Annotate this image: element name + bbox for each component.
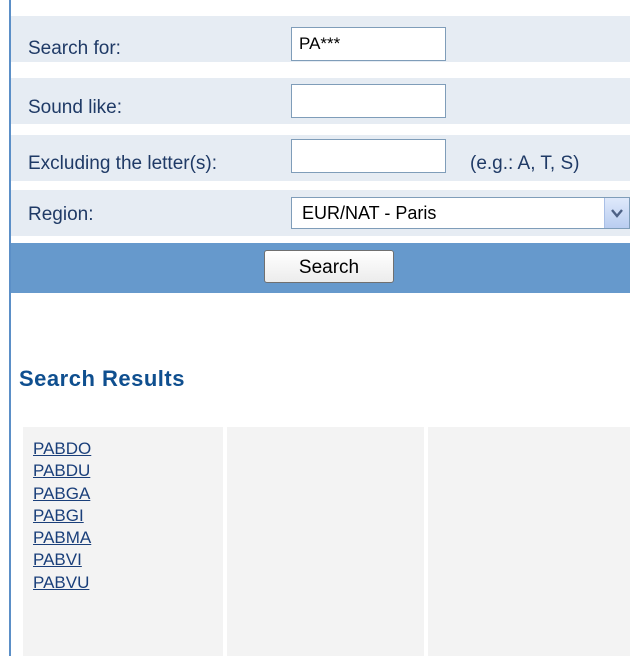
region-select[interactable]: EUR/NAT - Paris (291, 197, 630, 229)
sound-like-input[interactable] (291, 84, 446, 118)
result-link[interactable]: PABVI (33, 549, 91, 571)
result-link[interactable]: PABDU (33, 460, 91, 482)
excluding-hint: (e.g.: A, T, S) (470, 153, 580, 174)
results-column-3 (428, 427, 630, 656)
chevron-down-icon[interactable] (604, 198, 629, 228)
region-selected-value: EUR/NAT - Paris (302, 203, 437, 223)
excluding-input[interactable] (291, 139, 446, 173)
region-label: Region: (28, 204, 94, 225)
result-link[interactable]: PABDO (33, 438, 91, 460)
results-list: PABDO PABDU PABGA PABGI PABMA PABVI PABV… (33, 438, 91, 594)
results-column-2 (227, 427, 424, 656)
search-results-title: Search Results (19, 366, 185, 391)
result-link[interactable]: PABGA (33, 483, 91, 505)
excluding-label: Excluding the letter(s): (28, 153, 218, 174)
sound-like-label: Sound like: (28, 97, 123, 118)
result-link[interactable]: PABMA (33, 527, 91, 549)
result-link[interactable]: PABGI (33, 505, 91, 527)
search-for-input[interactable] (291, 27, 446, 61)
search-for-label: Search for: (28, 38, 121, 59)
result-link[interactable]: PABVU (33, 572, 91, 594)
search-button[interactable]: Search (264, 250, 394, 283)
